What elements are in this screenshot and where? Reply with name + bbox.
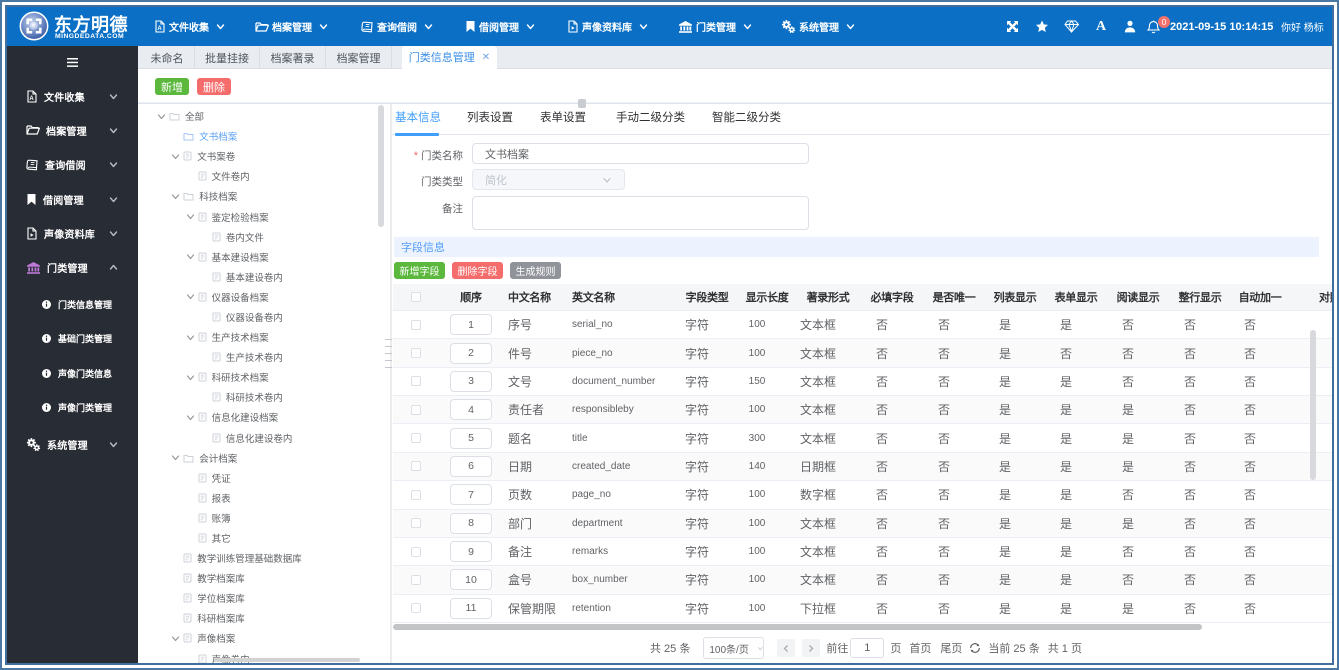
svg-text:A: A — [29, 95, 34, 101]
svg-text:A: A — [157, 26, 162, 32]
